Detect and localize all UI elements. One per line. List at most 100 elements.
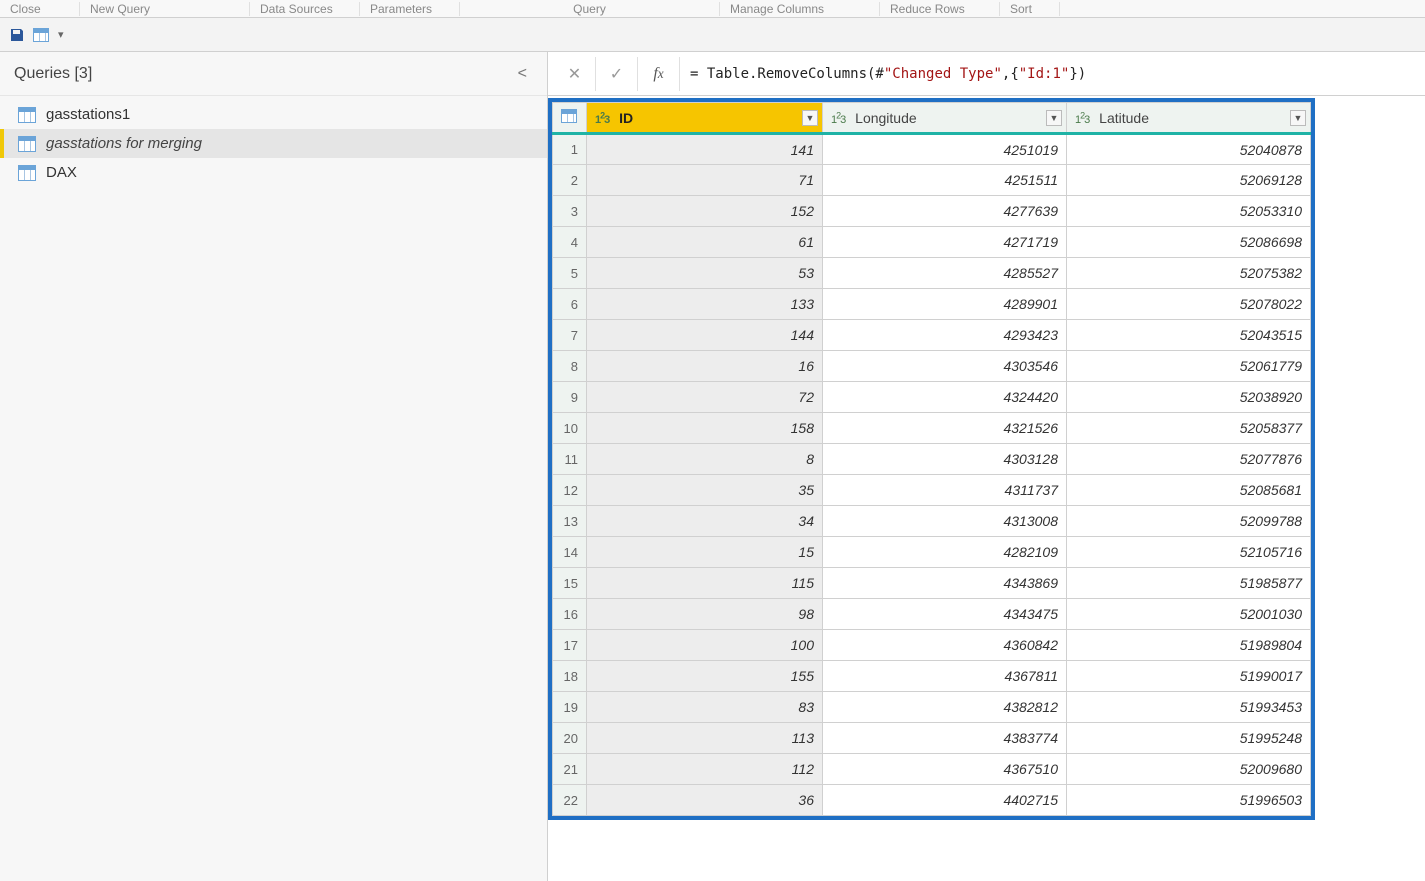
cell-longitude[interactable]: 4251019	[823, 134, 1067, 165]
grid-corner[interactable]	[553, 103, 587, 134]
cell-id[interactable]: 98	[587, 599, 823, 630]
row-number[interactable]: 15	[553, 568, 587, 599]
table-row[interactable]: 2236440271551996503	[553, 785, 1311, 816]
cell-latitude[interactable]: 52053310	[1067, 196, 1311, 227]
row-number[interactable]: 21	[553, 754, 587, 785]
cell-longitude[interactable]: 4360842	[823, 630, 1067, 661]
table-row[interactable]: 1415428210952105716	[553, 537, 1311, 568]
table-row[interactable]: 17100436084251989804	[553, 630, 1311, 661]
column-header[interactable]: 123 ID▼	[587, 103, 823, 134]
cell-latitude[interactable]: 52077876	[1067, 444, 1311, 475]
cell-id[interactable]: 72	[587, 382, 823, 413]
cell-longitude[interactable]: 4282109	[823, 537, 1067, 568]
row-number[interactable]: 14	[553, 537, 587, 568]
fx-icon[interactable]: fx	[638, 57, 680, 91]
cell-latitude[interactable]: 52069128	[1067, 165, 1311, 196]
cell-id[interactable]: 53	[587, 258, 823, 289]
table-row[interactable]: 15115434386951985877	[553, 568, 1311, 599]
cell-latitude[interactable]: 51995248	[1067, 723, 1311, 754]
cell-longitude[interactable]: 4367811	[823, 661, 1067, 692]
row-number[interactable]: 6	[553, 289, 587, 320]
cell-longitude[interactable]: 4343869	[823, 568, 1067, 599]
table-row[interactable]: 18155436781151990017	[553, 661, 1311, 692]
query-item[interactable]: gasstations1	[0, 100, 547, 129]
cell-id[interactable]: 83	[587, 692, 823, 723]
cell-latitude[interactable]: 52078022	[1067, 289, 1311, 320]
column-filter-icon[interactable]: ▼	[1290, 110, 1306, 126]
cell-id[interactable]: 36	[587, 785, 823, 816]
table-row[interactable]: 1334431300852099788	[553, 506, 1311, 537]
table-row[interactable]: 1698434347552001030	[553, 599, 1311, 630]
table-row[interactable]: 271425151152069128	[553, 165, 1311, 196]
cell-longitude[interactable]: 4382812	[823, 692, 1067, 723]
query-item[interactable]: DAX	[0, 158, 547, 187]
cell-latitude[interactable]: 52105716	[1067, 537, 1311, 568]
cell-latitude[interactable]: 52038920	[1067, 382, 1311, 413]
query-item[interactable]: gasstations for merging	[0, 129, 547, 158]
cell-longitude[interactable]: 4311737	[823, 475, 1067, 506]
table-row[interactable]: 553428552752075382	[553, 258, 1311, 289]
cell-latitude[interactable]: 52085681	[1067, 475, 1311, 506]
cell-longitude[interactable]: 4367510	[823, 754, 1067, 785]
row-number[interactable]: 2	[553, 165, 587, 196]
row-number[interactable]: 22	[553, 785, 587, 816]
cell-id[interactable]: 34	[587, 506, 823, 537]
column-filter-icon[interactable]: ▼	[1046, 110, 1062, 126]
cell-longitude[interactable]: 4343475	[823, 599, 1067, 630]
row-number[interactable]: 20	[553, 723, 587, 754]
cell-id[interactable]: 133	[587, 289, 823, 320]
column-header[interactable]: 123 Latitude▼	[1067, 103, 1311, 134]
formula-text[interactable]: = Table.RemoveColumns(#"Changed Type",{"…	[680, 60, 1419, 88]
row-number[interactable]: 10	[553, 413, 587, 444]
cell-latitude[interactable]: 52001030	[1067, 599, 1311, 630]
table-row[interactable]: 6133428990152078022	[553, 289, 1311, 320]
row-number[interactable]: 16	[553, 599, 587, 630]
cell-longitude[interactable]: 4402715	[823, 785, 1067, 816]
table-row[interactable]: 1235431173752085681	[553, 475, 1311, 506]
table-row[interactable]: 10158432152652058377	[553, 413, 1311, 444]
table-row[interactable]: 816430354652061779	[553, 351, 1311, 382]
cell-id[interactable]: 112	[587, 754, 823, 785]
cell-id[interactable]: 71	[587, 165, 823, 196]
cell-latitude[interactable]: 52043515	[1067, 320, 1311, 351]
cell-longitude[interactable]: 4383774	[823, 723, 1067, 754]
cell-id[interactable]: 35	[587, 475, 823, 506]
cell-id[interactable]: 8	[587, 444, 823, 475]
cell-id[interactable]: 158	[587, 413, 823, 444]
column-filter-icon[interactable]: ▼	[802, 110, 818, 126]
cell-longitude[interactable]: 4321526	[823, 413, 1067, 444]
row-number[interactable]: 9	[553, 382, 587, 413]
cell-id[interactable]: 113	[587, 723, 823, 754]
cell-id[interactable]: 100	[587, 630, 823, 661]
cell-longitude[interactable]: 4251511	[823, 165, 1067, 196]
cell-id[interactable]: 16	[587, 351, 823, 382]
row-number[interactable]: 19	[553, 692, 587, 723]
table-row[interactable]: 7144429342352043515	[553, 320, 1311, 351]
cell-id[interactable]: 15	[587, 537, 823, 568]
row-number[interactable]: 7	[553, 320, 587, 351]
cell-latitude[interactable]: 52099788	[1067, 506, 1311, 537]
row-number[interactable]: 17	[553, 630, 587, 661]
data-grid[interactable]: 123 ID▼123 Longitude▼123 Latitude▼ 11414…	[552, 102, 1311, 816]
qat-dropdown-icon[interactable]: ▾	[56, 28, 66, 41]
cell-longitude[interactable]: 4285527	[823, 258, 1067, 289]
cell-id[interactable]: 152	[587, 196, 823, 227]
row-number[interactable]: 12	[553, 475, 587, 506]
cell-latitude[interactable]: 51989804	[1067, 630, 1311, 661]
table-row[interactable]: 461427171952086698	[553, 227, 1311, 258]
table-row[interactable]: 1983438281251993453	[553, 692, 1311, 723]
cell-longitude[interactable]: 4303546	[823, 351, 1067, 382]
cell-latitude[interactable]: 52075382	[1067, 258, 1311, 289]
cell-latitude[interactable]: 52061779	[1067, 351, 1311, 382]
cancel-formula-icon[interactable]: ✕	[554, 57, 596, 91]
cell-latitude[interactable]: 51990017	[1067, 661, 1311, 692]
cell-longitude[interactable]: 4277639	[823, 196, 1067, 227]
cell-id[interactable]: 61	[587, 227, 823, 258]
cell-id[interactable]: 144	[587, 320, 823, 351]
cell-id[interactable]: 141	[587, 134, 823, 165]
cell-id[interactable]: 155	[587, 661, 823, 692]
cell-latitude[interactable]: 52009680	[1067, 754, 1311, 785]
cell-latitude[interactable]: 52040878	[1067, 134, 1311, 165]
cell-latitude[interactable]: 51993453	[1067, 692, 1311, 723]
row-number[interactable]: 1	[553, 134, 587, 165]
